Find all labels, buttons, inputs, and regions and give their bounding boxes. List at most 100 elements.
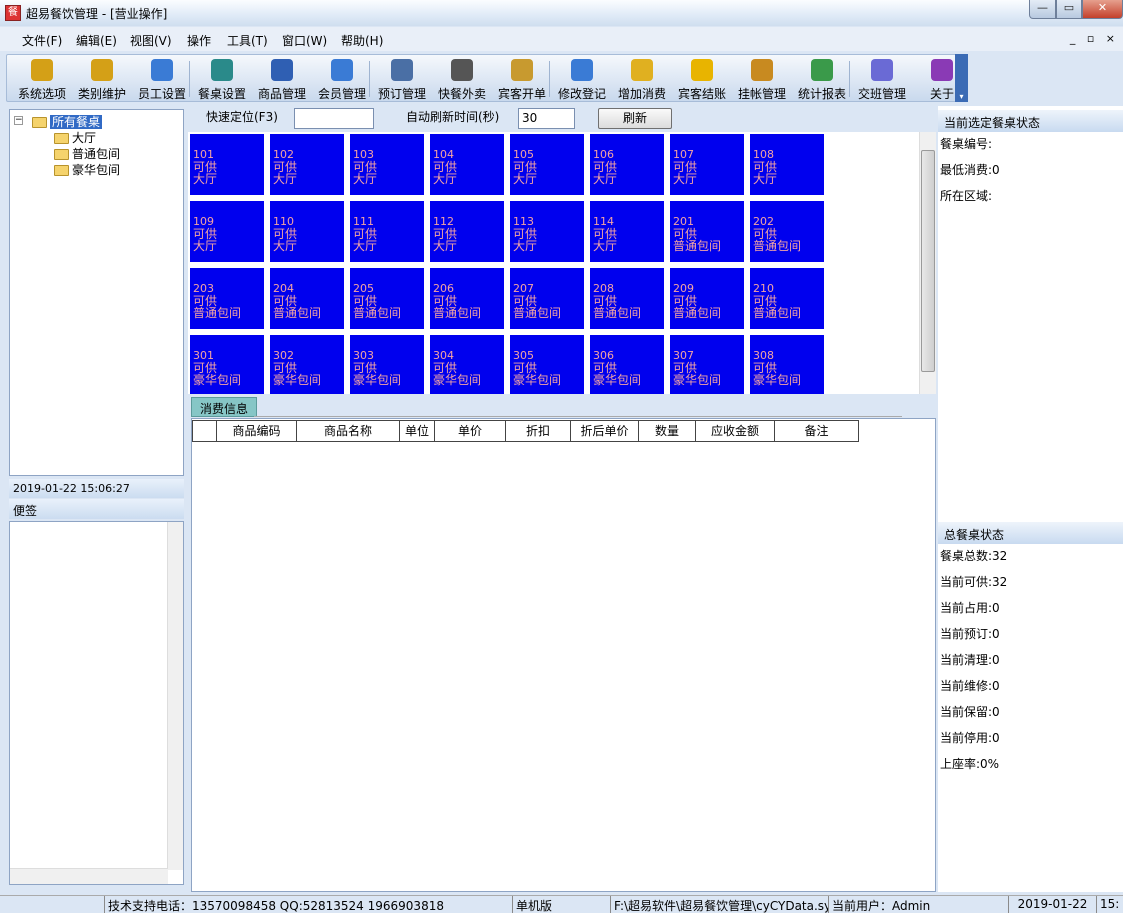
table-tile-208[interactable]: 208 可供 普通包间 bbox=[590, 268, 664, 329]
bar-chart-icon bbox=[811, 59, 833, 81]
table-tile-303[interactable]: 303 可供 豪华包间 bbox=[350, 335, 424, 394]
auto-refresh-input[interactable]: 30 bbox=[518, 108, 575, 129]
toolbar-button-5[interactable]: 会员管理 bbox=[312, 57, 372, 101]
menu-window[interactable]: 窗口(W) bbox=[282, 32, 327, 49]
table-area: 豪华包间 bbox=[193, 373, 242, 387]
toolbar-button-7[interactable]: 快餐外卖 bbox=[432, 57, 492, 101]
grid-column-header[interactable]: 商品编码 bbox=[217, 420, 297, 442]
table-tile-103[interactable]: 103 可供 大厅 bbox=[350, 134, 424, 195]
refresh-button[interactable]: 刷新 bbox=[598, 108, 672, 129]
table-tile-203[interactable]: 203 可供 普通包间 bbox=[190, 268, 264, 329]
table-tile-308[interactable]: 308 可供 豪华包间 bbox=[750, 335, 824, 394]
toolbar-button-1[interactable]: 类别维护 bbox=[72, 57, 132, 101]
notes-vertical-scrollbar[interactable] bbox=[167, 522, 183, 870]
table-tile-307[interactable]: 307 可供 豪华包间 bbox=[670, 335, 744, 394]
table-tile-209[interactable]: 209 可供 普通包间 bbox=[670, 268, 744, 329]
grid-column-header[interactable]: 商品名称 bbox=[297, 420, 400, 442]
table-workspace: 快速定位(F3) 自动刷新时间(秒) 30 刷新 101 可供 大厅 102 可供 大厅 1… bbox=[188, 106, 936, 892]
table-tile-102[interactable]: 102 可供 大厅 bbox=[270, 134, 344, 195]
grid-column-header[interactable]: 应收金额 bbox=[696, 420, 775, 442]
quick-locate-input[interactable] bbox=[294, 108, 374, 129]
menu-view[interactable]: 视图(V) bbox=[130, 32, 172, 49]
table-tile-202[interactable]: 202 可供 普通包间 bbox=[750, 201, 824, 262]
table-tile-304[interactable]: 304 可供 豪华包间 bbox=[430, 335, 504, 394]
grid-column-header[interactable]: 折扣 bbox=[506, 420, 571, 442]
grid-column-header[interactable]: 单位 bbox=[400, 420, 435, 442]
table-tile-112[interactable]: 112 可供 大厅 bbox=[430, 201, 504, 262]
tree-item-hall[interactable]: 大厅 bbox=[54, 129, 96, 145]
mdi-window-controls[interactable]: _ ▫ × bbox=[1070, 32, 1119, 45]
toolbar-button-0[interactable]: 系统选项 bbox=[12, 57, 72, 101]
table-area: 大厅 bbox=[273, 239, 298, 253]
toolbar-button-3[interactable]: 餐桌设置 bbox=[192, 57, 252, 101]
toolbar-button-9[interactable]: 修改登记 bbox=[552, 57, 612, 101]
toolbar-button-8[interactable]: 宾客开单 bbox=[492, 57, 552, 101]
window-title: 超易餐饮管理 - [营业操作] bbox=[26, 7, 168, 21]
tree-root[interactable]: 所有餐桌 bbox=[32, 113, 103, 129]
toolbar-button-6[interactable]: 预订管理 bbox=[372, 57, 432, 101]
toolbar-button-13[interactable]: 统计报表 bbox=[792, 57, 852, 101]
table-tile-305[interactable]: 305 可供 豪华包间 bbox=[510, 335, 584, 394]
consume-detail-grid[interactable]: 商品编码 商品名称 单位 单价 折扣 折后单价 数量 应收金额 备注 bbox=[191, 418, 936, 892]
tab-consume-info[interactable]: 消费信息 bbox=[191, 397, 258, 417]
table-tile-301[interactable]: 301 可供 豪华包间 bbox=[190, 335, 264, 394]
minimize-button[interactable]: — bbox=[1029, 0, 1056, 19]
table-grid-scrollbar[interactable] bbox=[919, 132, 936, 394]
key-icon bbox=[31, 59, 53, 81]
toolbar-button-label: 快餐外卖 bbox=[437, 87, 486, 101]
menu-tools[interactable]: 工具(T) bbox=[227, 32, 268, 49]
table-tile-111[interactable]: 111 可供 大厅 bbox=[350, 201, 424, 262]
grid-column-header[interactable]: 数量 bbox=[639, 420, 696, 442]
table-area: 大厅 bbox=[433, 172, 458, 186]
table-tile-113[interactable]: 113 可供 大厅 bbox=[510, 201, 584, 262]
maximize-button[interactable]: ▭ bbox=[1056, 0, 1082, 19]
table-tile-207[interactable]: 207 可供 普通包间 bbox=[510, 268, 584, 329]
grid-column-header[interactable]: 单价 bbox=[435, 420, 506, 442]
cleaning-count: 当前清理:0 bbox=[940, 653, 1000, 667]
folder-icon bbox=[54, 133, 69, 144]
menu-help[interactable]: 帮助(H) bbox=[341, 32, 383, 49]
table-tile-105[interactable]: 105 可供 大厅 bbox=[510, 134, 584, 195]
toolbar-button-11[interactable]: 宾客结账 bbox=[672, 57, 732, 101]
table-tile-108[interactable]: 108 可供 大厅 bbox=[750, 134, 824, 195]
table-tile-104[interactable]: 104 可供 大厅 bbox=[430, 134, 504, 195]
close-button[interactable]: ✕ bbox=[1082, 0, 1123, 19]
grid-column-header[interactable]: 备注 bbox=[775, 420, 859, 442]
toolbar-button-2[interactable]: 员工设置 bbox=[132, 57, 192, 101]
toolbar-button-10[interactable]: 增加消费 bbox=[612, 57, 672, 101]
menu-operate[interactable]: 操作 bbox=[187, 32, 211, 49]
grid-column-header[interactable] bbox=[192, 420, 217, 442]
tree-item-normal-room[interactable]: 普通包间 bbox=[54, 145, 120, 161]
table-tile-210[interactable]: 210 可供 普通包间 bbox=[750, 268, 824, 329]
notes-horizontal-scrollbar[interactable] bbox=[10, 868, 168, 884]
tab-underline bbox=[254, 416, 902, 417]
table-tile-114[interactable]: 114 可供 大厅 bbox=[590, 201, 664, 262]
table-tile-201[interactable]: 201 可供 普通包间 bbox=[670, 201, 744, 262]
tree-collapse-toggle[interactable]: − bbox=[14, 116, 23, 125]
table-tile-106[interactable]: 106 可供 大厅 bbox=[590, 134, 664, 195]
table-tile-101[interactable]: 101 可供 大厅 bbox=[190, 134, 264, 195]
selected-area: 所在区域: bbox=[940, 189, 993, 203]
app-logo-icon[interactable]: 餐 bbox=[5, 5, 21, 21]
notes-textarea[interactable] bbox=[9, 521, 184, 885]
grid-column-header[interactable]: 折后单价 bbox=[571, 420, 639, 442]
toolbar-button-14[interactable]: 交班管理 bbox=[852, 57, 912, 101]
toolbar-overflow-button[interactable]: ▾ bbox=[955, 54, 968, 102]
table-tile-109[interactable]: 109 可供 大厅 bbox=[190, 201, 264, 262]
status-date: 2019-01-22 bbox=[1008, 896, 1096, 913]
table-tile-306[interactable]: 306 可供 豪华包间 bbox=[590, 335, 664, 394]
table-area: 普通包间 bbox=[433, 306, 482, 320]
table-tile-302[interactable]: 302 可供 豪华包间 bbox=[270, 335, 344, 394]
table-tile-206[interactable]: 206 可供 普通包间 bbox=[430, 268, 504, 329]
menu-file[interactable]: 文件(F) bbox=[22, 32, 62, 49]
table-tile-110[interactable]: 110 可供 大厅 bbox=[270, 201, 344, 262]
scrollbar-thumb[interactable] bbox=[921, 150, 935, 372]
menu-edit[interactable]: 编辑(E) bbox=[76, 32, 117, 49]
table-tile-205[interactable]: 205 可供 普通包间 bbox=[350, 268, 424, 329]
table-tile-107[interactable]: 107 可供 大厅 bbox=[670, 134, 744, 195]
tree-item-luxury-room[interactable]: 豪华包间 bbox=[54, 161, 120, 177]
table-area: 普通包间 bbox=[593, 306, 642, 320]
toolbar-button-12[interactable]: 挂帐管理 bbox=[732, 57, 792, 101]
toolbar-button-4[interactable]: 商品管理 bbox=[252, 57, 312, 101]
table-tile-204[interactable]: 204 可供 普通包间 bbox=[270, 268, 344, 329]
